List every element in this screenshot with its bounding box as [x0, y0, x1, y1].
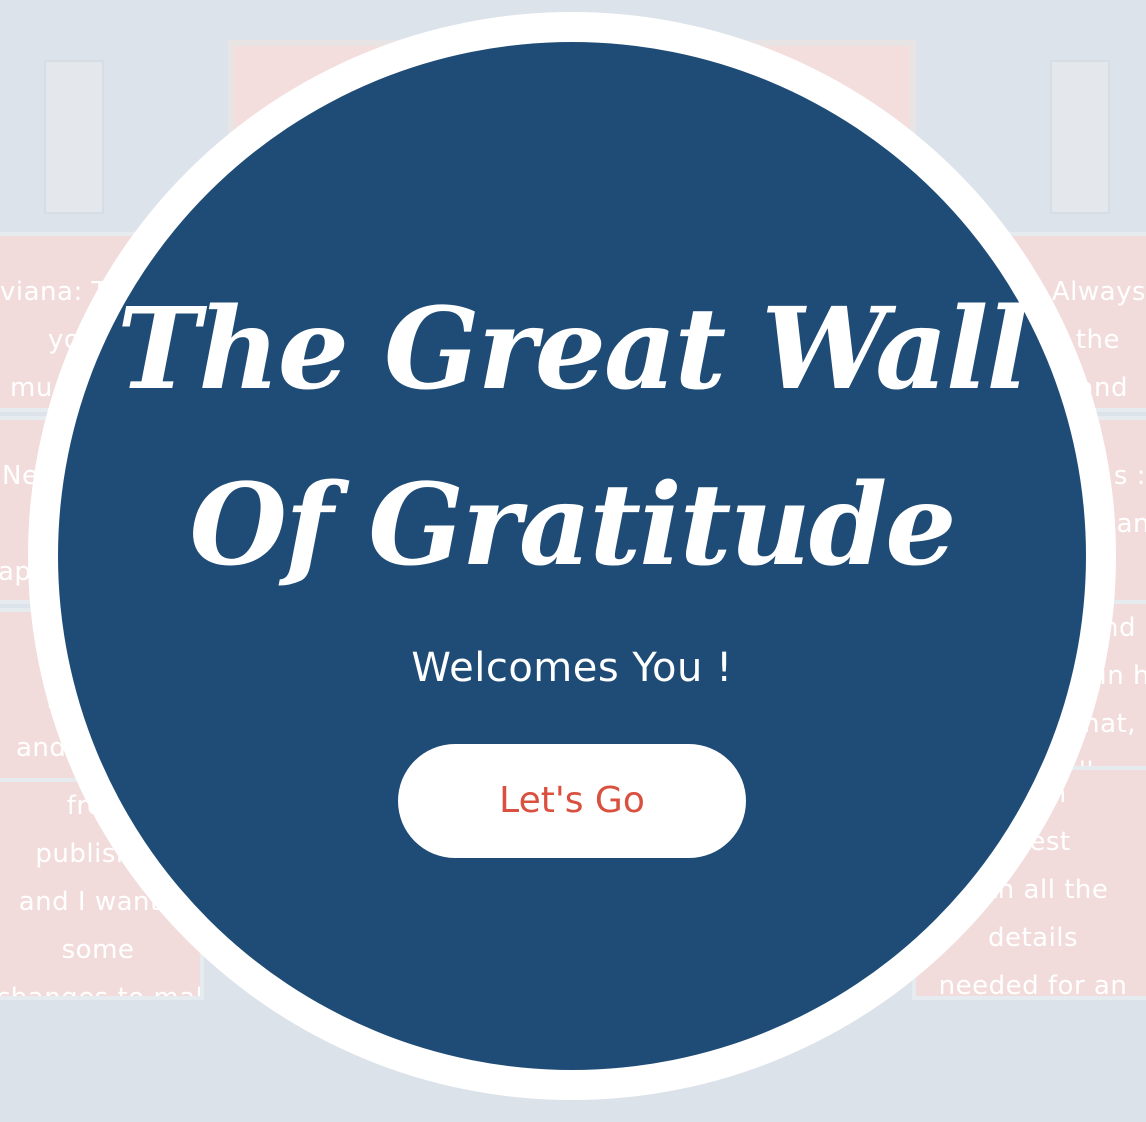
modal-title: The Great Wall Of Gratitude [58, 262, 1086, 614]
card-line: needed for an [938, 971, 1128, 1000]
lets-go-button[interactable]: Let's Go [398, 744, 746, 858]
card-line: changes to make [0, 983, 200, 1000]
background-panel-right [1050, 60, 1110, 214]
modal-subtitle: Welcomes You ! [411, 645, 733, 691]
page: viana: T yo mu Ne app f and from publish… [0, 0, 1146, 1122]
modal-title-line-2: Of Gratitude [189, 460, 957, 591]
card-line: some [61, 935, 135, 965]
modal-title-line-1: The Great Wall [117, 284, 1029, 415]
background-panel-left [44, 60, 104, 214]
